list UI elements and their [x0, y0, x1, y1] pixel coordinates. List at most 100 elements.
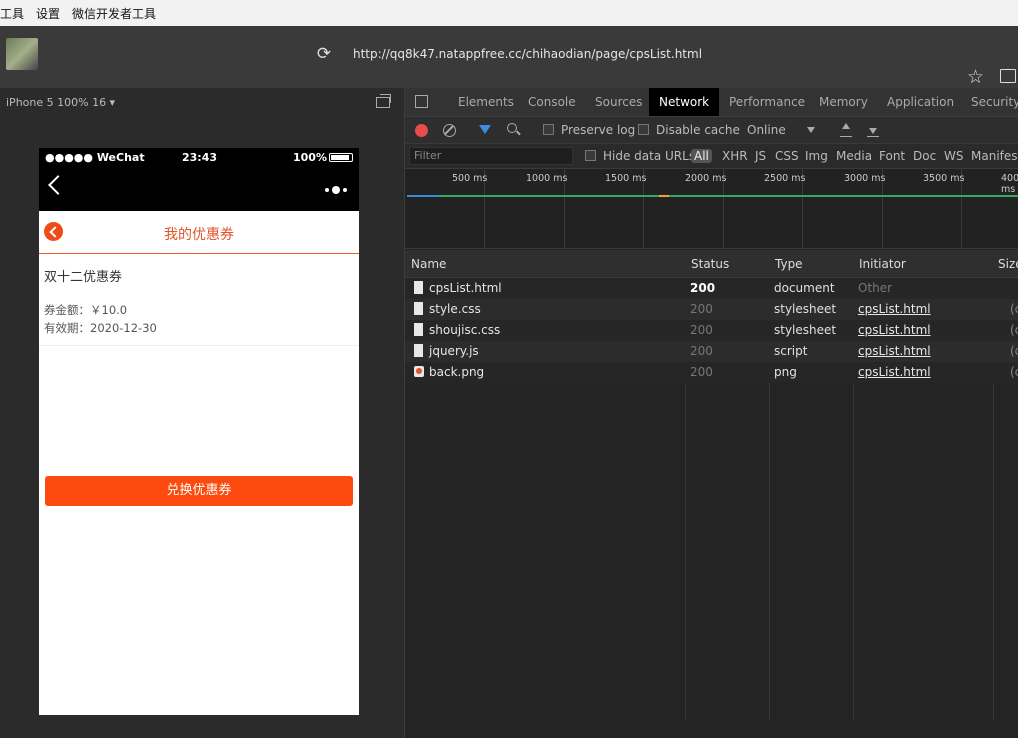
request-initiator-link[interactable]: cpsList.html — [858, 344, 931, 358]
tab-performance[interactable]: Performance — [719, 88, 815, 116]
request-initiator-link[interactable]: cpsList.html — [858, 365, 931, 379]
column-header-initiator[interactable]: Initiator — [859, 257, 906, 271]
waterfall-bar — [407, 195, 1018, 197]
devtools-panel: Elements Console Sources Network Perform… — [404, 88, 1018, 738]
request-initiator-link[interactable]: cpsList.html — [858, 323, 931, 337]
tab-console[interactable]: Console — [518, 88, 586, 116]
avatar[interactable] — [6, 38, 38, 70]
disable-cache-label: Disable cache — [656, 123, 740, 137]
devtools-tab-bar: Elements Console Sources Network Perform… — [405, 88, 1018, 116]
type-filter-xhr[interactable]: XHR — [722, 149, 748, 163]
page-header: 我的优惠券 — [39, 211, 359, 254]
wechat-nav-bar — [39, 166, 359, 211]
clear-icon[interactable] — [443, 124, 456, 137]
column-header-name[interactable]: Name — [411, 257, 446, 271]
timeline-tick: 2000 ms — [685, 173, 727, 184]
disable-cache-checkbox[interactable] — [638, 124, 649, 135]
menu-item-tools[interactable]: 工具 — [0, 5, 24, 22]
table-body: cpsList.html 200 document Other style.cs… — [405, 278, 1018, 383]
reload-icon[interactable]: ⟳ — [312, 42, 336, 66]
hide-data-urls-checkbox[interactable] — [585, 150, 596, 161]
tab-memory[interactable]: Memory — [809, 88, 878, 116]
tab-elements[interactable]: Elements — [448, 88, 524, 116]
type-filter-all[interactable]: All — [691, 149, 712, 163]
request-name: back.png — [429, 365, 485, 379]
coupon-amount: 券金额：￥10.0 — [44, 303, 128, 317]
type-filter-doc[interactable]: Doc — [913, 149, 936, 163]
carrier-label: ●●●●● WeChat — [45, 150, 145, 164]
menu-item-settings[interactable]: 设置 — [36, 5, 60, 22]
tab-security[interactable]: Security — [961, 88, 1018, 116]
folder-icon[interactable] — [1000, 69, 1016, 83]
table-row[interactable]: shoujisc.css 200 stylesheet cpsList.html… — [405, 320, 1018, 341]
timeline-tick: 4000 ms — [1001, 173, 1018, 195]
page-title: 我的优惠券 — [164, 227, 234, 243]
request-status: 200 — [690, 281, 716, 295]
request-name: cpsList.html — [429, 281, 502, 295]
menu-bar: 工具 设置 微信开发者工具 — [0, 0, 1018, 26]
network-overview[interactable]: 500 ms 1000 ms 1500 ms 2000 ms 2500 ms 3… — [405, 168, 1018, 249]
timeline-tick: 2500 ms — [764, 173, 806, 184]
coupon-name: 双十二优惠券 — [44, 270, 123, 285]
timeline-tick: 1000 ms — [526, 173, 568, 184]
table-row[interactable]: back.png 200 png cpsList.html (c — [405, 362, 1018, 383]
type-filter-js[interactable]: JS — [755, 149, 766, 163]
table-row[interactable]: jquery.js 200 script cpsList.html (c — [405, 341, 1018, 362]
network-filter-bar: Filter Hide data URLs All XHR JS CSS Img… — [405, 143, 1018, 168]
request-initiator: Other — [858, 281, 893, 295]
request-name: style.css — [429, 302, 481, 316]
url-field[interactable]: http://qq8k47.natappfree.cc/chihaodian/p… — [344, 43, 944, 65]
tab-network[interactable]: Network — [649, 88, 720, 116]
coupon-card[interactable]: 双十二优惠券 券金额：￥10.0 有效期：2020-12-30 — [39, 254, 359, 346]
device-selector[interactable]: iPhone 5 100% 16 ▾ — [6, 96, 115, 109]
column-header-status[interactable]: Status — [691, 257, 729, 271]
type-filter-css[interactable]: CSS — [775, 149, 799, 163]
image-icon — [414, 366, 424, 377]
record-icon[interactable] — [415, 124, 428, 137]
battery-icon — [329, 153, 353, 162]
table-row[interactable]: style.css 200 stylesheet cpsList.html (c — [405, 299, 1018, 320]
type-filter-font[interactable]: Font — [879, 149, 905, 163]
network-request-table: Name Status Type Initiator Size cpsList.… — [405, 250, 1018, 720]
tab-application[interactable]: Application — [877, 88, 964, 116]
back-chevron-icon[interactable] — [48, 175, 68, 195]
timeline-tick: 500 ms — [452, 173, 488, 184]
search-icon[interactable] — [507, 123, 517, 133]
throttle-select[interactable]: Online — [747, 123, 786, 137]
timeline-tick: 3000 ms — [844, 173, 886, 184]
menu-item-wechat-devtools[interactable]: 微信开发者工具 — [72, 5, 156, 22]
network-toolbar: Preserve log Disable cache Online — [405, 116, 1018, 143]
preserve-log-label: Preserve log — [561, 123, 636, 137]
popout-icon[interactable] — [376, 94, 391, 108]
chevron-down-icon[interactable] — [807, 127, 815, 133]
type-filter-manifest[interactable]: Manifest — [971, 149, 1018, 163]
import-har-icon[interactable] — [840, 123, 852, 137]
request-initiator-link[interactable]: cpsList.html — [858, 302, 931, 316]
export-har-icon[interactable] — [867, 123, 879, 137]
request-status: 200 — [690, 302, 713, 316]
tab-sources[interactable]: Sources — [585, 88, 652, 116]
stylesheet-icon — [414, 302, 423, 315]
phone-screen: ●●●●● WeChat 23:43 100% 我的优惠券 双十二优惠券 券金额… — [39, 148, 359, 715]
table-row[interactable]: cpsList.html 200 document Other — [405, 278, 1018, 299]
column-header-size[interactable]: Size — [998, 257, 1018, 271]
filter-icon[interactable] — [479, 125, 491, 134]
waterfall-bar — [659, 195, 669, 197]
column-header-type[interactable]: Type — [775, 257, 803, 271]
request-type: stylesheet — [774, 323, 837, 337]
battery-label: 100% — [293, 150, 327, 164]
preserve-log-checkbox[interactable] — [543, 124, 554, 135]
request-type: png — [774, 365, 797, 379]
type-filter-ws[interactable]: WS — [944, 149, 963, 163]
coupon-expiry: 有效期：2020-12-30 — [44, 321, 157, 335]
redeem-coupon-button[interactable]: 兑换优惠券 — [45, 476, 353, 506]
filter-input[interactable]: Filter — [409, 147, 573, 165]
inspect-element-icon[interactable] — [415, 95, 428, 108]
type-filter-media[interactable]: Media — [836, 149, 872, 163]
address-bar: ⟳ http://qq8k47.natappfree.cc/chihaodian… — [0, 26, 1018, 88]
star-icon[interactable]: ☆ — [967, 66, 984, 88]
request-status: 200 — [690, 323, 713, 337]
timeline-tick: 1500 ms — [605, 173, 647, 184]
type-filter-img[interactable]: Img — [805, 149, 828, 163]
more-icon[interactable] — [325, 186, 347, 194]
